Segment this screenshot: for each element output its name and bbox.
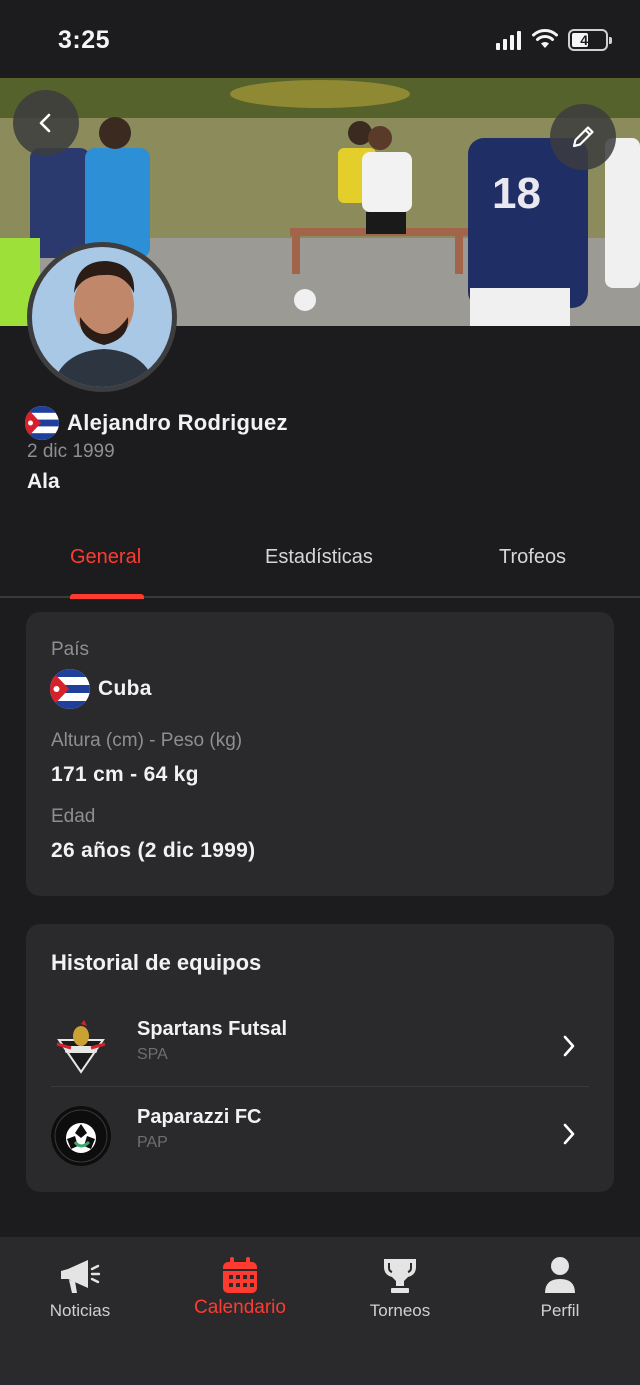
nav-torneos[interactable]: Torneos — [335, 1251, 465, 1321]
tab-estadisticas[interactable]: Estadísticas — [265, 546, 373, 569]
country-label: País — [51, 639, 90, 660]
tab-general[interactable]: General — [70, 546, 141, 569]
user-icon — [495, 1251, 625, 1295]
cuba-flag-icon — [50, 669, 90, 709]
wifi-icon — [531, 28, 559, 55]
team-history-title: Historial de equipos — [51, 950, 262, 975]
player-profile-screen: 3:25 42 18 Alejandro Rodriguez 2 dic 199… — [0, 0, 640, 1385]
calendar-icon — [175, 1251, 305, 1295]
country-row: Cuba — [50, 669, 152, 709]
spartans-logo — [51, 1018, 111, 1078]
edit-profile-button[interactable] — [550, 104, 616, 170]
back-button[interactable] — [13, 90, 79, 156]
birth-date: 2 dic 1999 — [27, 441, 115, 462]
signal-icon — [496, 30, 521, 50]
status-bar: 3:25 42 — [0, 0, 640, 78]
team-row-paparazzi[interactable]: Paparazzi FC PAP — [51, 1102, 589, 1182]
team-divider — [51, 1086, 589, 1087]
svg-text:18: 18 — [492, 169, 541, 218]
nav-label: Torneos — [369, 1301, 431, 1320]
player-position: Ala — [27, 470, 60, 493]
player-name: Alejandro Rodriguez — [67, 410, 288, 435]
chevron-left-icon — [39, 113, 51, 133]
size-value: 171 cm - 64 kg — [51, 763, 199, 786]
battery-level: 42 — [580, 32, 596, 48]
team-history-card: Historial de equipos Spartans Futsal SPA — [26, 924, 614, 1192]
status-time: 3:25 — [58, 26, 111, 54]
team-name: Paparazzi FC — [137, 1106, 262, 1128]
age-label: Edad — [51, 806, 96, 827]
profile-tabs: General Estadísticas Trofeos — [0, 530, 640, 599]
nav-perfil[interactable]: Perfil — [495, 1251, 625, 1321]
country-value: Cuba — [98, 677, 152, 700]
tab-trofeos[interactable]: Trofeos — [499, 546, 566, 569]
nav-label: Calendario — [194, 1297, 286, 1318]
age-value: 26 años (2 dic 1999) — [51, 839, 256, 862]
cuba-flag-icon — [25, 406, 59, 440]
size-label: Altura (cm) - Peso (kg) — [51, 730, 243, 751]
pencil-icon — [572, 126, 594, 148]
bottom-navigation: Noticias Calendario Torneos Perfil — [0, 1237, 640, 1385]
team-row-spartans[interactable]: Spartans Futsal SPA — [51, 1014, 589, 1094]
nav-label: Perfil — [540, 1301, 580, 1320]
chevron-right-icon — [563, 1035, 575, 1057]
chevron-right-icon — [563, 1123, 575, 1145]
team-name: Spartans Futsal — [137, 1018, 288, 1040]
team-abbreviation: PAP — [137, 1134, 168, 1151]
nav-label: Noticias — [49, 1301, 111, 1320]
paparazzi-logo — [51, 1106, 111, 1166]
avatar — [27, 242, 177, 392]
megaphone-icon — [15, 1251, 145, 1295]
team-abbreviation: SPA — [137, 1046, 168, 1063]
nav-noticias[interactable]: Noticias — [15, 1251, 145, 1321]
trophy-icon — [335, 1251, 465, 1295]
active-tab-indicator — [70, 594, 144, 599]
general-info-card: País Cuba Altura (cm) - Peso (kg) 171 cm… — [26, 612, 614, 896]
player-name-row: Alejandro Rodriguez — [25, 406, 288, 440]
nav-calendario[interactable]: Calendario — [175, 1251, 305, 1319]
battery-icon: 42 — [568, 29, 612, 51]
